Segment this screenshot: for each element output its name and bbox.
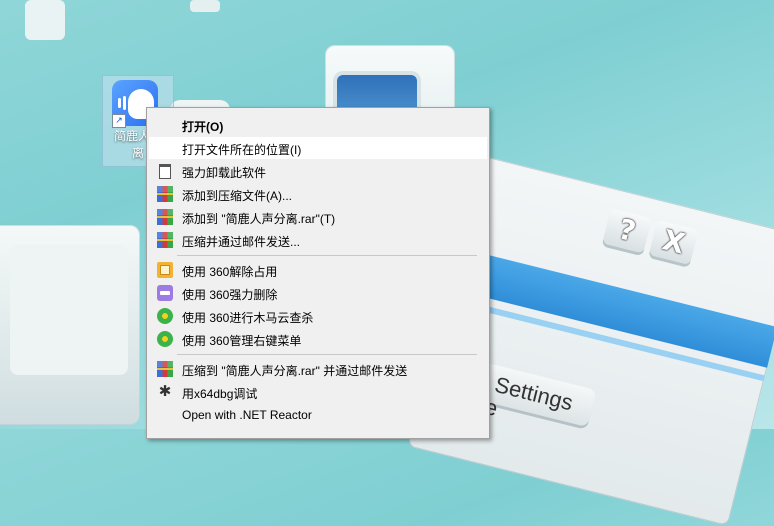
360-icon [157, 331, 173, 347]
shortcut-arrow-icon: ↗ [112, 114, 126, 128]
menu-item-360-force-delete[interactable]: 使用 360强力删除 [149, 282, 487, 304]
winrar-icon [157, 209, 173, 225]
menu-separator [177, 255, 477, 256]
wallpaper-landscape-screen [58, 258, 138, 348]
menu-item-open[interactable]: 打开(O) [149, 114, 487, 136]
context-menu: 打开(O) 打开文件所在的位置(I) 强力卸载此软件 添加到压缩文件(A)...… [146, 107, 490, 439]
unlock-icon [157, 262, 173, 278]
360-icon [157, 308, 173, 324]
trash-icon [159, 164, 171, 179]
menu-item-360-manage-context-menu[interactable]: 使用 360管理右键菜单 [149, 328, 487, 350]
close-button: X [648, 219, 699, 265]
menu-item-compress-and-email[interactable]: 压缩并通过邮件发送... [149, 229, 487, 251]
winrar-icon [157, 186, 173, 202]
sound-wave [123, 96, 126, 110]
shred-icon [157, 285, 173, 301]
sound-wave [118, 98, 121, 108]
menu-item-force-uninstall[interactable]: 强力卸载此软件 [149, 160, 487, 182]
menu-item-open-file-location[interactable]: 打开文件所在的位置(I) [149, 137, 487, 159]
wallpaper-cube [25, 0, 65, 40]
help-button: ? [602, 208, 652, 254]
menu-item-360-unlock[interactable]: 使用 360解除占用 [149, 259, 487, 281]
bug-icon: ✱ [158, 383, 172, 400]
wallpaper-cube [190, 0, 220, 12]
menu-item-add-to-rar[interactable]: 添加到 "简鹿人声分离.rar"(T) [149, 206, 487, 228]
winrar-icon [157, 361, 173, 377]
menu-item-compress-rar-and-email[interactable]: 压缩到 "简鹿人声分离.rar" 并通过邮件发送 [149, 358, 487, 380]
menu-item-360-trojan-scan[interactable]: 使用 360进行木马云查杀 [149, 305, 487, 327]
menu-separator [177, 354, 477, 355]
menu-item-add-to-archive[interactable]: 添加到压缩文件(A)... [149, 183, 487, 205]
winrar-icon [157, 232, 173, 248]
menu-item-debug-x64dbg[interactable]: ✱ 用x64dbg调试 [149, 381, 487, 403]
menu-item-open-net-reactor[interactable]: Open with .NET Reactor [149, 404, 487, 426]
